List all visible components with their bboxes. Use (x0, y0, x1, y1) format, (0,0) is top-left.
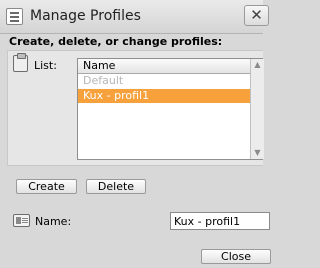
list-item-kux-profil1[interactable]: Kux - profil1 (78, 89, 250, 103)
name-label: Name: (35, 215, 72, 228)
list-item-label: Default (83, 74, 124, 87)
list-item-label: Kux - profil1 (83, 89, 150, 102)
column-header-name[interactable]: Name (78, 59, 250, 74)
title-bar: Manage Profiles ✕ (0, 0, 269, 34)
section-heading: Create, delete, or change profiles: (9, 35, 223, 48)
profiles-listbox[interactable]: Name Default Kux - profil1 ▲ ▼ (77, 58, 264, 160)
list-scrollbar[interactable]: ▲ ▼ (250, 59, 264, 159)
create-button[interactable]: Create (16, 179, 77, 194)
delete-button[interactable]: Delete (86, 179, 146, 194)
name-card-icon (13, 214, 30, 227)
window-title: Manage Profiles (30, 8, 141, 24)
scroll-down-arrow-icon[interactable]: ▼ (251, 147, 264, 159)
profile-list-icon (6, 8, 23, 25)
name-input[interactable] (170, 212, 270, 230)
clipboard-icon (13, 53, 28, 72)
list-label: List: (34, 59, 57, 72)
column-header-label: Name (83, 59, 116, 72)
list-item-default[interactable]: Default (78, 74, 250, 88)
close-button[interactable]: Close (201, 249, 271, 264)
window-close-button[interactable]: ✕ (244, 5, 269, 26)
scroll-up-arrow-icon[interactable]: ▲ (251, 59, 264, 71)
